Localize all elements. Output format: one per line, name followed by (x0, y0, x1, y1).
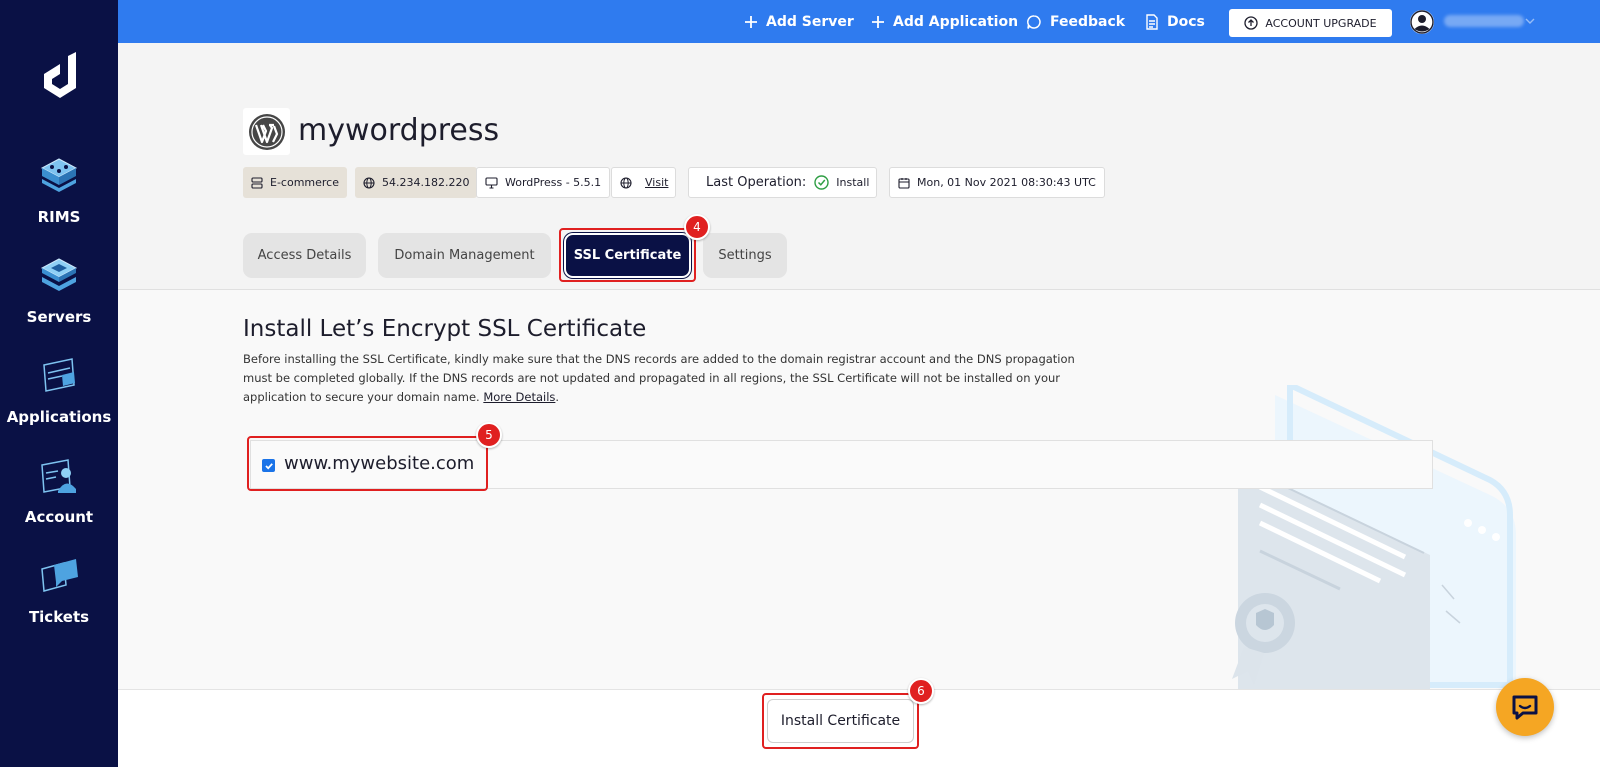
plus-icon (872, 15, 884, 28)
visit-link[interactable]: Visit (645, 176, 668, 189)
document-icon (1146, 13, 1158, 30)
platform-chip: WordPress - 5.5.1 (476, 167, 611, 198)
account-upgrade-button[interactable]: ACCOUNT UPGRADE (1229, 9, 1392, 37)
date-chip: Mon, 01 Nov 2021 08:30:43 UTC (889, 167, 1105, 198)
tab-settings[interactable]: Settings (703, 233, 787, 278)
user-name-redacted[interactable] (1444, 15, 1524, 27)
docs-button[interactable]: Docs (1145, 0, 1205, 43)
step-badge-4: 4 (684, 214, 710, 240)
globe-icon (620, 176, 632, 189)
applications-icon (43, 358, 75, 392)
upgrade-arrow-icon (1244, 16, 1259, 30)
tab-access-details[interactable]: Access Details (243, 233, 366, 278)
chat-icon (1512, 695, 1538, 720)
tab-ssl-certificate[interactable]: SSL Certificate (564, 233, 691, 278)
servers-icon (40, 258, 78, 291)
rims-icon (40, 158, 78, 192)
check-icon (264, 462, 273, 470)
add-server-button[interactable]: Add Server (744, 0, 854, 43)
step-badge-6: 6 (908, 678, 934, 704)
category-chip: E-commerce (243, 167, 347, 198)
sidebar-item-servers[interactable]: Servers (0, 255, 118, 326)
monitor-icon (485, 176, 498, 189)
install-certificate-button[interactable]: Install Certificate (767, 699, 914, 743)
wordpress-icon (248, 113, 285, 150)
plus-icon (745, 15, 757, 28)
feedback-button[interactable]: Feedback (1026, 0, 1125, 43)
visit-chip[interactable]: Visit (611, 167, 676, 198)
add-application-button[interactable]: Add Application (871, 0, 1018, 43)
calendar-icon (898, 177, 910, 189)
wordpress-logo (243, 108, 290, 155)
sidebar-item-applications[interactable]: Applications (0, 355, 118, 426)
server-stack-icon (251, 176, 263, 189)
live-chat-button[interactable] (1496, 678, 1554, 736)
chevron-down-icon[interactable] (1525, 14, 1535, 28)
page-title: mywordpress (298, 113, 500, 148)
step-badge-5: 5 (476, 422, 502, 448)
more-details-link[interactable]: More Details (483, 390, 555, 404)
tab-domain-management[interactable]: Domain Management (378, 233, 551, 278)
avatar[interactable] (1410, 10, 1434, 34)
tickets-icon (41, 559, 78, 592)
ip-chip: 54.234.182.220 (355, 167, 478, 198)
domain-name: www.mywebsite.com (284, 453, 475, 474)
globe-icon (363, 176, 375, 189)
user-icon (1410, 10, 1434, 34)
certificate-illustration (1232, 385, 1516, 689)
sidebar-item-tickets[interactable]: Tickets (0, 555, 118, 626)
account-icon (41, 459, 76, 493)
sidebar-item-rims[interactable]: RIMS (0, 155, 118, 226)
last-operation-chip: Last Operation: Install (688, 167, 877, 198)
sidebar-item-account[interactable]: Account (0, 455, 118, 526)
domain-checkbox[interactable] (262, 459, 275, 472)
ssl-section-title: Install Let’s Encrypt SSL Certificate (243, 316, 647, 342)
sidebar: RIMS Servers Applications Account Ticket… (0, 0, 118, 767)
check-circle-icon (814, 175, 829, 190)
chat-bubble-icon (1027, 14, 1041, 29)
app-logo[interactable] (38, 52, 82, 100)
ssl-description: Before installing the SSL Certificate, k… (243, 352, 1075, 404)
